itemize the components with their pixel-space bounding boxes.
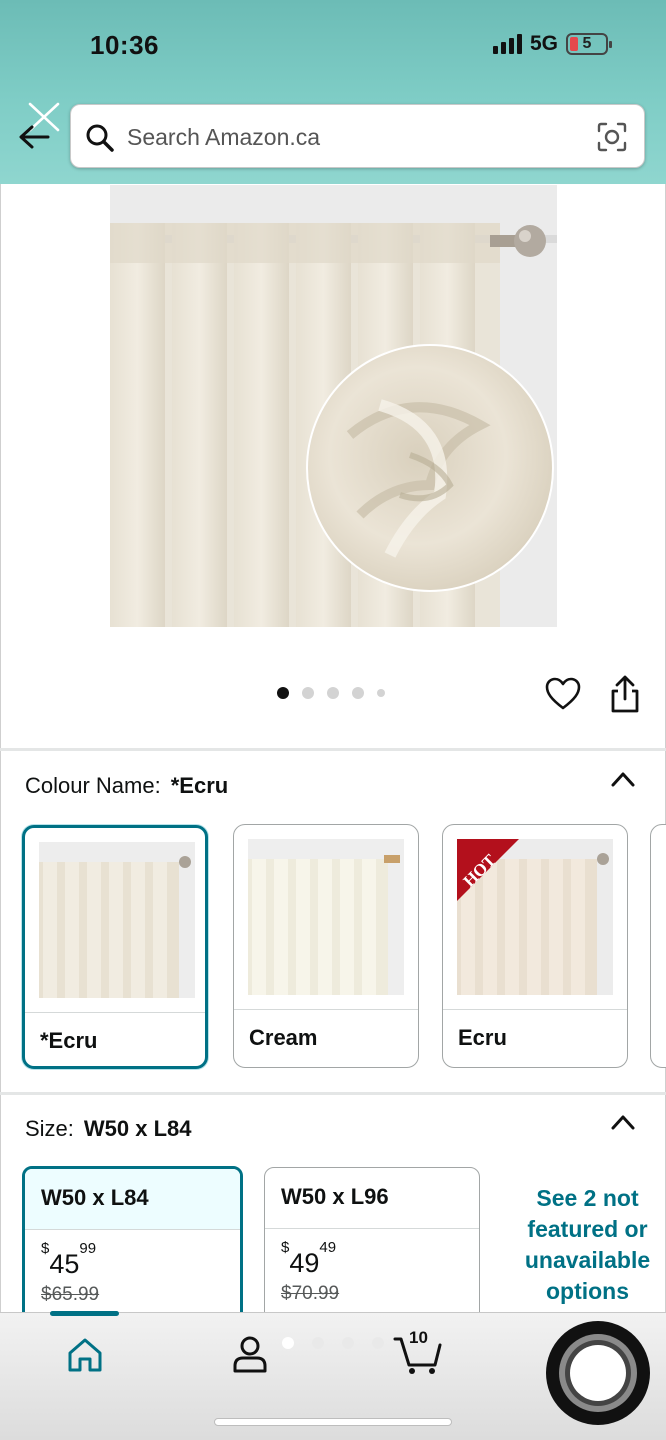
assistive-touch-button[interactable]: [546, 1321, 650, 1425]
size-option-w50-l84[interactable]: W50 x L84 $4599 $65.99: [22, 1166, 243, 1326]
swatch-thumbnail: [39, 842, 195, 998]
carousel-dot[interactable]: [302, 687, 314, 699]
chevron-up-icon[interactable]: [610, 770, 636, 788]
share-icon[interactable]: [609, 675, 641, 713]
page-indicator: [282, 1337, 384, 1349]
bottom-nav: 10: [0, 1311, 666, 1440]
header: 10:36 5G 5: [0, 0, 666, 184]
section-divider: [0, 748, 666, 751]
search-input[interactable]: [127, 105, 577, 169]
cart-count: 10: [409, 1328, 428, 1347]
carousel-dot[interactable]: [327, 687, 339, 699]
size-option-list-price: $65.99: [41, 1284, 100, 1305]
colour-title: Colour Name: *Ecru: [25, 773, 229, 798]
size-option-label: W50 x L84: [25, 1169, 240, 1230]
size-option-w50-l96[interactable]: W50 x L96 $4949 $70.99: [264, 1167, 480, 1327]
colour-option-ecru-star[interactable]: *Ecru: [22, 825, 208, 1069]
battery-icon: 5: [566, 33, 612, 55]
size-title: Size: W50 x L84: [25, 1116, 192, 1141]
status-time: 10:36: [90, 30, 159, 60]
active-tab-indicator: [50, 1311, 119, 1316]
colour-option-more[interactable]: [650, 824, 666, 1068]
swatch-thumbnail: [248, 839, 404, 995]
user-icon[interactable]: [232, 1335, 268, 1373]
image-carousel-dots[interactable]: [277, 687, 385, 699]
product-image[interactable]: [110, 185, 557, 627]
battery-level: 5: [582, 35, 592, 52]
see-more-options-link[interactable]: See 2 not featured or unavailable option…: [505, 1183, 666, 1307]
curtain-image: [110, 185, 557, 627]
heart-icon[interactable]: [545, 677, 581, 711]
size-option-price: $4599: [41, 1240, 97, 1279]
colour-option-label: *Ecru: [40, 1028, 98, 1053]
carousel-dot[interactable]: [377, 689, 385, 697]
camera-lens-icon[interactable]: [596, 121, 628, 153]
home-indicator-bar[interactable]: [214, 1418, 452, 1426]
back-close-icon[interactable]: [16, 100, 64, 160]
carousel-dot[interactable]: [277, 687, 289, 699]
colour-option-ecru[interactable]: HOT Ecru: [442, 824, 628, 1068]
size-selected: W50 x L84: [83, 1116, 192, 1141]
network-type: 5G: [529, 32, 558, 55]
status-icons: 5G 5: [492, 32, 612, 56]
section-divider: [0, 1092, 666, 1095]
size-option-label: W50 x L96: [265, 1168, 479, 1229]
size-option-list-price: $70.99: [281, 1283, 340, 1304]
search-bar[interactable]: [70, 104, 645, 169]
carousel-dot[interactable]: [352, 687, 364, 699]
colour-option-cream[interactable]: Cream: [233, 824, 419, 1068]
signal-icon: [492, 34, 522, 54]
chevron-up-icon[interactable]: [610, 1113, 636, 1131]
colour-selected: *Ecru: [170, 773, 229, 798]
colour-option-label: Ecru: [458, 1025, 507, 1050]
home-icon[interactable]: [66, 1337, 104, 1373]
search-icon: [86, 124, 114, 152]
size-option-price: $4949: [281, 1239, 337, 1278]
colour-option-label: Cream: [249, 1025, 318, 1050]
